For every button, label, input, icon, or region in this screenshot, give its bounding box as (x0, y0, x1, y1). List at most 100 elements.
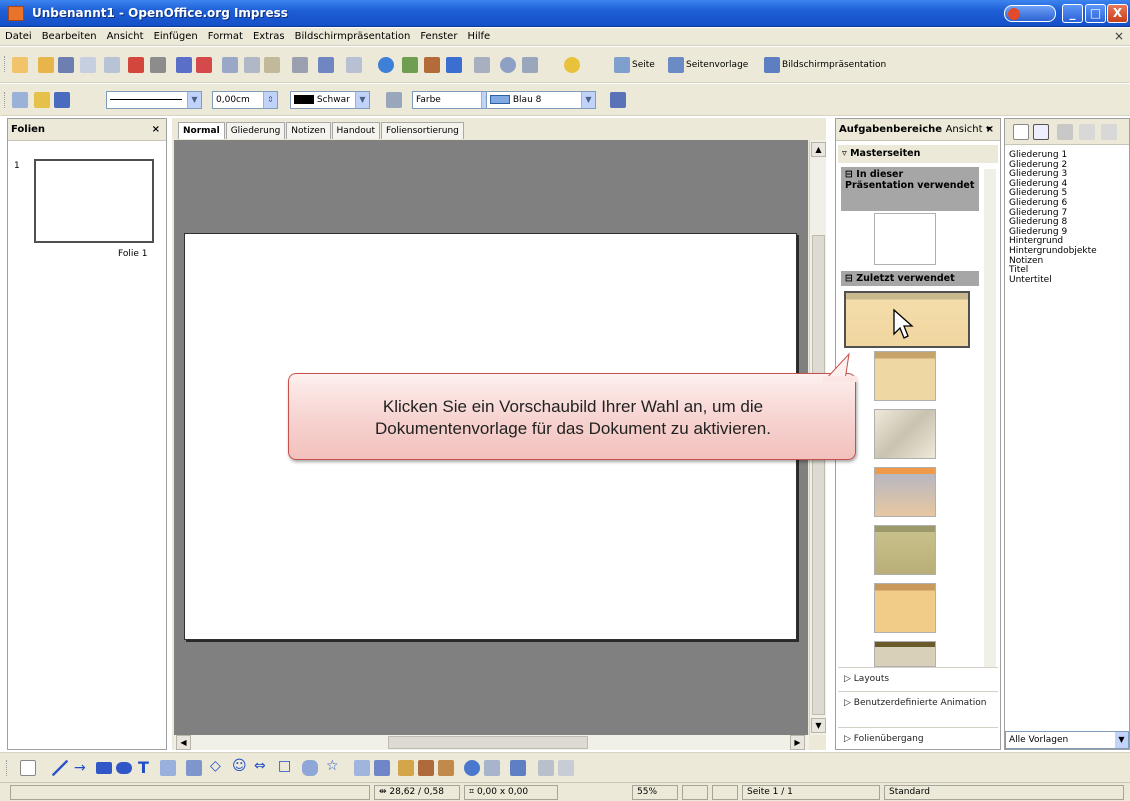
autospellcheck-icon[interactable] (196, 57, 212, 73)
new-style-icon[interactable] (1079, 124, 1095, 140)
shadow-icon[interactable] (610, 92, 626, 108)
edit-file-icon[interactable] (104, 57, 120, 73)
flowchart-icon[interactable]: □ (278, 758, 294, 774)
paste-icon[interactable] (264, 57, 280, 73)
menu-datei[interactable]: Datei (0, 28, 37, 46)
update-style-icon[interactable] (1101, 124, 1117, 140)
undo-icon[interactable] (318, 57, 334, 73)
symbol-shapes-icon[interactable]: ☺ (232, 758, 248, 774)
scroll-up-icon[interactable]: ▲ (811, 142, 826, 157)
fill-format-icon[interactable] (1057, 124, 1073, 140)
horizontal-scrollbar[interactable]: ◀ ▶ (174, 735, 809, 750)
custom-animation-section[interactable]: ▷ Benutzerdefinierte Animation (838, 691, 998, 727)
fill-color-select[interactable]: Blau 8 ▼ (486, 91, 596, 109)
curve-icon[interactable] (160, 760, 176, 776)
cut-icon[interactable] (222, 57, 238, 73)
master-slide-icon[interactable] (668, 57, 684, 73)
presentation-icon[interactable] (764, 57, 780, 73)
fill-type-select[interactable]: Farbe▼ (412, 91, 496, 109)
navigator-icon[interactable] (500, 57, 516, 73)
tab-normal[interactable]: Normal (178, 122, 225, 139)
extra-control-pill[interactable] (1004, 5, 1056, 22)
line-icon[interactable] (34, 92, 50, 108)
new-icon[interactable] (12, 57, 28, 73)
layouts-section[interactable]: ▷ Layouts (838, 667, 998, 691)
menu-format[interactable]: Format (203, 28, 248, 46)
email-icon[interactable] (80, 57, 96, 73)
master-thumb-6[interactable] (874, 583, 936, 633)
task-pane-close-icon[interactable]: × (986, 119, 994, 141)
title-bar[interactable]: Unbenannt1 - OpenOffice.org Impress _ □ … (0, 0, 1130, 27)
menu-fenster[interactable]: Fenster (415, 28, 462, 46)
open-icon[interactable] (38, 57, 54, 73)
grid-icon[interactable] (474, 57, 490, 73)
spellcheck-icon[interactable] (176, 57, 192, 73)
arrange-icon[interactable] (510, 760, 526, 776)
rotate-icon[interactable] (464, 760, 480, 776)
block-arrows-icon[interactable]: ⇔ (254, 758, 270, 774)
status-selection-mode[interactable] (712, 785, 738, 800)
zoom-icon[interactable] (522, 57, 538, 73)
scroll-down-icon[interactable]: ▼ (811, 718, 826, 733)
gallery-icon[interactable] (438, 760, 454, 776)
transition-section[interactable]: ▷ Folienübergang (838, 727, 998, 751)
minimize-button[interactable]: _ (1062, 4, 1083, 23)
menu-hilfe[interactable]: Hilfe (462, 28, 495, 46)
interaction-icon[interactable] (558, 760, 574, 776)
points-icon[interactable] (354, 760, 370, 776)
help-icon[interactable] (564, 57, 580, 73)
export-pdf-icon[interactable] (128, 57, 144, 73)
redo-icon[interactable] (346, 57, 362, 73)
line-color-select[interactable]: Schwar ▼ (290, 91, 370, 109)
extrusion-icon[interactable] (538, 760, 554, 776)
alignment-icon[interactable] (484, 760, 500, 776)
master-thumb-4[interactable] (874, 467, 936, 517)
master-thumb-5[interactable] (874, 525, 936, 575)
praesentation-button[interactable]: Bildschirmpräsentation (782, 60, 886, 70)
tab-foliensortierung[interactable]: Foliensortierung (380, 122, 464, 139)
maximize-button[interactable]: □ (1085, 4, 1106, 23)
master-thumb-current[interactable] (874, 213, 936, 265)
status-zoom[interactable]: 55% (632, 785, 678, 800)
insert-image-icon[interactable] (418, 760, 434, 776)
glue-points-icon[interactable] (374, 760, 390, 776)
close-button[interactable]: X (1107, 4, 1128, 23)
menu-extras[interactable]: Extras (248, 28, 290, 46)
basic-shapes-icon[interactable]: ◇ (210, 758, 226, 774)
fontwork-icon[interactable] (398, 760, 414, 776)
master-thumb-7[interactable] (874, 641, 936, 667)
slides-panel-close-icon[interactable]: × (152, 119, 160, 141)
masterseiten-header[interactable]: ▿ Masterseiten (838, 145, 998, 163)
chart-icon[interactable] (378, 57, 394, 73)
document-close-icon[interactable]: × (1114, 29, 1124, 43)
menu-einfuegen[interactable]: Einfügen (149, 28, 203, 46)
arrow-tool-icon[interactable]: → (74, 760, 90, 776)
menu-bearbeiten[interactable]: Bearbeiten (37, 28, 102, 46)
text-tool-icon[interactable]: T (138, 758, 154, 777)
select-arrow-icon[interactable] (12, 92, 28, 108)
line-tool-icon[interactable] (52, 760, 68, 776)
scroll-right-icon[interactable]: ▶ (790, 735, 805, 750)
category-recent[interactable]: ⊟ Zuletzt verwendet (841, 271, 979, 286)
save-icon[interactable] (58, 57, 74, 73)
line-style-select[interactable]: ▼ (106, 91, 202, 109)
menu-ansicht[interactable]: Ansicht (102, 28, 149, 46)
format-paintbrush-icon[interactable] (292, 57, 308, 73)
seite-button[interactable]: Seite (632, 60, 655, 70)
status-insert-mode[interactable] (682, 785, 708, 800)
tab-handout[interactable]: Handout (331, 122, 380, 139)
slide-icon[interactable] (614, 57, 630, 73)
master-thumb-3[interactable] (874, 409, 936, 459)
arrow-style-icon[interactable] (54, 92, 70, 108)
vertical-scroll-thumb[interactable] (812, 235, 825, 715)
ellipse-icon[interactable] (116, 762, 132, 774)
callouts-icon[interactable] (302, 760, 318, 776)
task-pane-view-menu[interactable]: Ansicht (946, 124, 983, 135)
movie-icon[interactable] (446, 57, 462, 73)
rectangle-icon[interactable] (96, 762, 112, 774)
horizontal-scroll-thumb[interactable] (388, 736, 588, 749)
task-pane-scrollbar[interactable] (984, 169, 996, 667)
style-item[interactable]: Untertitel (1009, 275, 1097, 286)
image-icon[interactable] (424, 57, 440, 73)
print-icon[interactable] (150, 57, 166, 73)
